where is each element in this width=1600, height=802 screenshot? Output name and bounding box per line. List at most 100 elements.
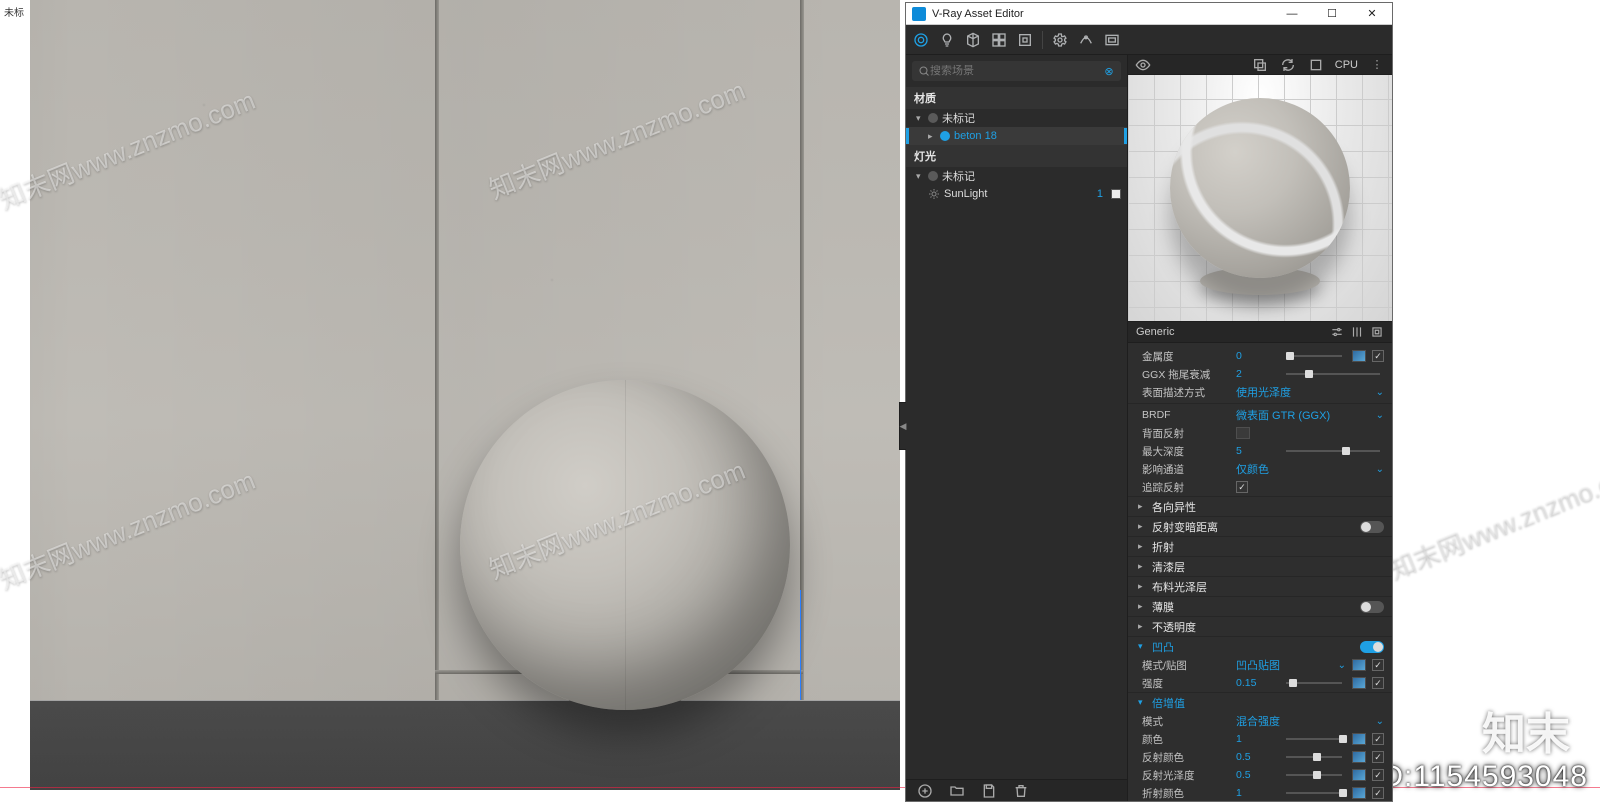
refresh-icon[interactable] xyxy=(1279,56,1297,74)
checkbox[interactable] xyxy=(1372,677,1384,689)
expand-arrow-icon[interactable]: ▸ xyxy=(1138,501,1146,512)
checkbox[interactable] xyxy=(1236,481,1248,493)
asset-toolbar xyxy=(906,25,1392,55)
slider[interactable] xyxy=(1286,738,1342,740)
slider[interactable] xyxy=(1286,774,1342,776)
material-sphere xyxy=(460,380,790,710)
window-titlebar[interactable]: V-Ray Asset Editor — ☐ ✕ xyxy=(906,3,1392,25)
group-coat[interactable]: ▸ 清漆层 xyxy=(1128,556,1392,576)
frame-buffer-icon[interactable] xyxy=(1103,31,1121,49)
group-thin-film[interactable]: ▸ 薄膜 xyxy=(1128,596,1392,616)
kebab-menu-icon[interactable]: ⋮ xyxy=(1368,56,1386,74)
slider[interactable] xyxy=(1286,682,1342,684)
slider[interactable] xyxy=(1286,792,1342,794)
render-elements-tab-icon[interactable] xyxy=(990,31,1008,49)
group-sheen[interactable]: ▸ 布料光泽层 xyxy=(1128,576,1392,596)
search-clear-icon[interactable]: ⊗ xyxy=(1103,65,1115,77)
section-generic[interactable]: Generic xyxy=(1128,321,1392,343)
toggle[interactable] xyxy=(1360,601,1384,613)
folder-icon[interactable] xyxy=(948,782,966,800)
slider[interactable] xyxy=(1286,756,1342,758)
chevron-down-icon[interactable]: ⌄ xyxy=(1338,660,1346,671)
tree-item-sunlight[interactable]: SunLight 1 xyxy=(906,185,1127,203)
prop-mult-color: 颜色 1 xyxy=(1128,730,1392,748)
asset-tree-pane: ⊗ 材质 ▾ 未标记 ▸ beton 18 灯光 ▾ xyxy=(906,55,1128,801)
pop-out-icon[interactable] xyxy=(1251,56,1269,74)
expand-arrow-icon[interactable]: ▸ xyxy=(928,131,936,142)
properties-scroll[interactable]: 金属度 0 GGX 拖尾衰减 2 表面描述方式 使用光泽度 ⌄ xyxy=(1128,343,1392,801)
panel-collapse-handle[interactable]: ◀ xyxy=(899,402,906,450)
render-icon[interactable] xyxy=(1077,31,1095,49)
expand-arrow-icon[interactable]: ▾ xyxy=(1138,641,1146,652)
toggle[interactable] xyxy=(1360,641,1384,653)
search-box[interactable]: ⊗ xyxy=(912,61,1121,81)
materials-tab-icon[interactable] xyxy=(912,31,930,49)
expand-arrow-icon[interactable]: ▸ xyxy=(1138,601,1146,612)
geometry-tab-icon[interactable] xyxy=(964,31,982,49)
material-preview[interactable] xyxy=(1128,75,1392,321)
checkbox[interactable] xyxy=(1372,751,1384,763)
color-swatch[interactable] xyxy=(1236,427,1250,439)
delete-icon[interactable] xyxy=(1012,782,1030,800)
chevron-down-icon[interactable]: ⌄ xyxy=(1376,387,1384,398)
expand-arrow-icon[interactable]: ▾ xyxy=(916,113,924,124)
render-engine-icon[interactable] xyxy=(1307,56,1325,74)
checkbox[interactable] xyxy=(1372,659,1384,671)
add-asset-icon[interactable] xyxy=(916,782,934,800)
lights-tab-icon[interactable] xyxy=(938,31,956,49)
chevron-down-icon[interactable]: ⌄ xyxy=(1376,464,1384,475)
dropdown[interactable]: 混合强度 xyxy=(1236,713,1280,729)
expand-arrow-icon[interactable]: ▸ xyxy=(1138,621,1146,632)
light-color-swatch[interactable] xyxy=(1111,189,1121,199)
sliders-icon[interactable] xyxy=(1330,325,1344,339)
checkbox[interactable] xyxy=(1372,787,1384,799)
window-minimize-button[interactable]: — xyxy=(1272,3,1312,25)
slider[interactable] xyxy=(1286,355,1342,357)
search-input[interactable] xyxy=(930,65,1103,77)
expand-arrow-icon[interactable]: ▸ xyxy=(1138,581,1146,592)
save-icon[interactable] xyxy=(980,782,998,800)
equalizer-icon[interactable] xyxy=(1350,325,1364,339)
slider[interactable] xyxy=(1286,373,1380,375)
texture-slot[interactable] xyxy=(1352,769,1366,781)
dropdown[interactable]: 凹凸贴图 xyxy=(1236,657,1280,673)
texture-slot[interactable] xyxy=(1352,751,1366,763)
window-close-button[interactable]: ✕ xyxy=(1352,3,1392,25)
checkbox[interactable] xyxy=(1372,350,1384,362)
group-bump[interactable]: ▾ 凹凸 xyxy=(1128,636,1392,656)
cpu-label[interactable]: CPU xyxy=(1335,59,1358,71)
texture-slot[interactable] xyxy=(1352,677,1366,689)
prop-surface-glossiness: 表面描述方式 使用光泽度 ⌄ xyxy=(1128,383,1392,401)
expand-arrow-icon[interactable]: ▾ xyxy=(1138,697,1146,708)
tree-group-untagged-materials[interactable]: ▾ 未标记 xyxy=(906,109,1127,127)
expand-arrow-icon[interactable]: ▸ xyxy=(1138,561,1146,572)
texture-slot[interactable] xyxy=(1352,733,1366,745)
window-maximize-button[interactable]: ☐ xyxy=(1312,3,1352,25)
dropdown[interactable]: 微表面 GTR (GGX) xyxy=(1236,407,1330,423)
texture-slot[interactable] xyxy=(1352,787,1366,799)
expand-arrow-icon[interactable]: ▸ xyxy=(1138,541,1146,552)
group-refraction[interactable]: ▸ 折射 xyxy=(1128,536,1392,556)
settings-icon[interactable] xyxy=(1051,31,1069,49)
group-reflect-dim[interactable]: ▸ 反射变暗距离 xyxy=(1128,516,1392,536)
group-multipliers[interactable]: ▾ 倍增值 xyxy=(1128,692,1392,712)
texture-slot[interactable] xyxy=(1352,350,1366,362)
dropdown[interactable]: 仅颜色 xyxy=(1236,461,1269,477)
slider[interactable] xyxy=(1286,450,1380,452)
expand-arrow-icon[interactable]: ▸ xyxy=(1138,521,1146,532)
tree-item-beton18[interactable]: ▸ beton 18 xyxy=(906,127,1127,145)
group-opacity[interactable]: ▸ 不透明度 xyxy=(1128,616,1392,636)
group-anisotropy[interactable]: ▸ 各向异性 xyxy=(1128,496,1392,516)
checkbox[interactable] xyxy=(1372,769,1384,781)
texture-slot[interactable] xyxy=(1352,659,1366,671)
preset-icon[interactable] xyxy=(1370,325,1384,339)
tree-group-untagged-lights[interactable]: ▾ 未标记 xyxy=(906,167,1127,185)
chevron-down-icon[interactable]: ⌄ xyxy=(1376,410,1384,421)
expand-arrow-icon[interactable]: ▾ xyxy=(916,171,924,182)
checkbox[interactable] xyxy=(1372,733,1384,745)
toggle[interactable] xyxy=(1360,521,1384,533)
textures-tab-icon[interactable] xyxy=(1016,31,1034,49)
eye-icon[interactable] xyxy=(1134,56,1152,74)
chevron-down-icon[interactable]: ⌄ xyxy=(1376,716,1384,727)
dropdown[interactable]: 使用光泽度 xyxy=(1236,384,1291,400)
